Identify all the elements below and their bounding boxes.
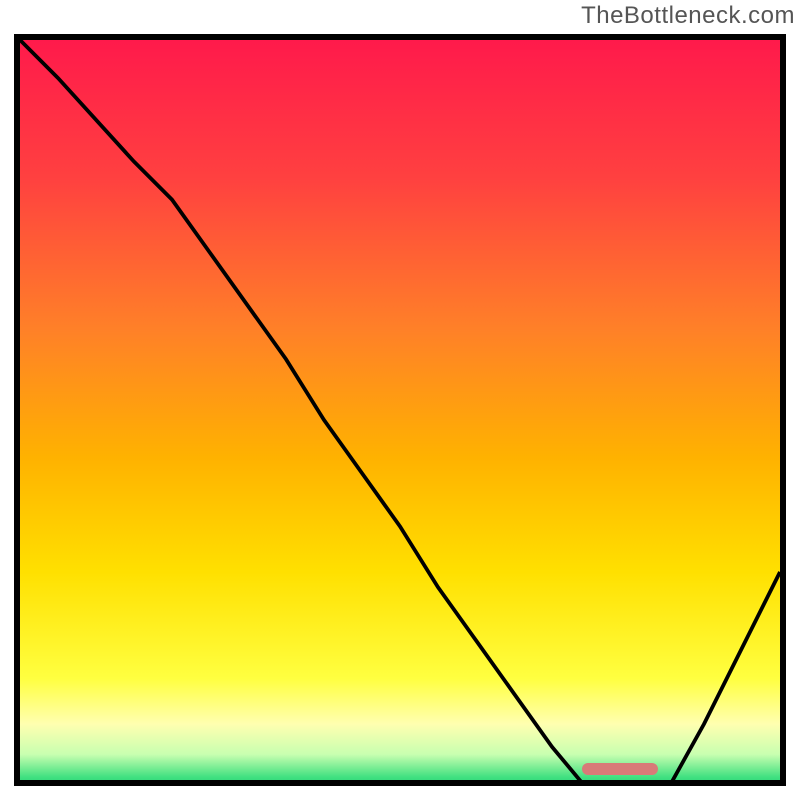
chart-frame: [14, 34, 786, 786]
chart-plot-area: [20, 40, 780, 780]
watermark-text: TheBottleneck.com: [581, 2, 795, 30]
optimal-range-marker: [582, 763, 658, 775]
chart-curve: [20, 40, 780, 780]
